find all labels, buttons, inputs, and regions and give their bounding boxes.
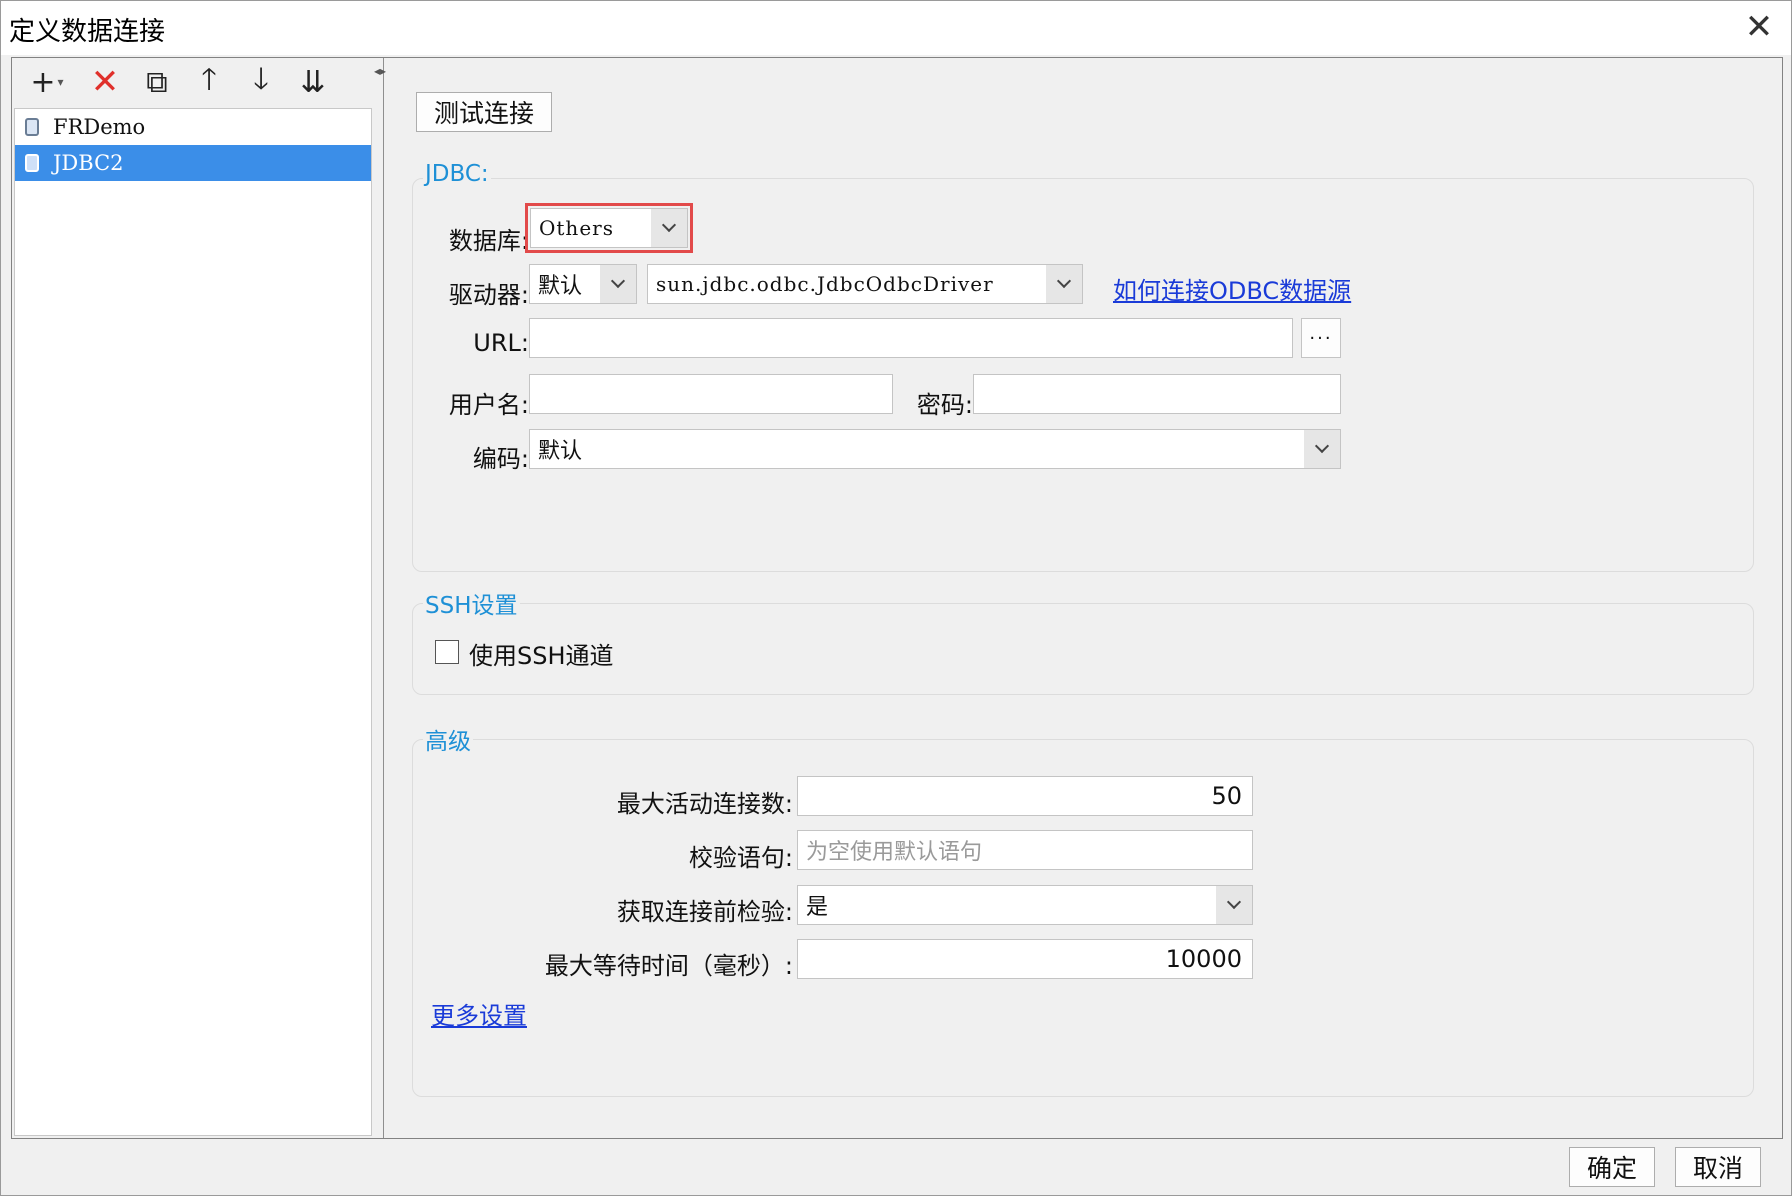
- validation-label: 校验语句:: [688, 844, 793, 872]
- move-down-button[interactable]: 🡓: [240, 62, 282, 102]
- use-ssh-label[interactable]: 使用SSH通道: [469, 636, 614, 671]
- test-before-select[interactable]: 是: [797, 885, 1253, 925]
- delete-icon: ✕: [90, 62, 120, 102]
- ssh-group-title: SSH设置: [423, 586, 520, 620]
- connection-settings-panel: 测试连接 JDBC: 数据库: Others 驱动器: 默认 sun.jdbc.…: [386, 58, 1782, 1138]
- max-active-value: 50: [1211, 782, 1242, 810]
- dialog-title: 定义数据连接: [9, 17, 166, 47]
- add-connection-button[interactable]: + ▾: [20, 62, 74, 102]
- validation-query-input[interactable]: 为空使用默认语句: [797, 830, 1253, 870]
- url-label: URL:: [473, 329, 529, 357]
- connection-item-jdbc2[interactable]: JDBC2: [15, 145, 371, 181]
- database-label: 数据库:: [448, 227, 529, 255]
- driver-label: 驱动器:: [448, 281, 529, 309]
- encoding-value: 默认: [538, 439, 583, 464]
- driver-mode-value: 默认: [538, 274, 583, 299]
- driver-class-value: sun.jdbc.odbc.JdbcOdbcDriver: [656, 272, 994, 296]
- odbc-help-link[interactable]: 如何连接ODBC数据源: [1113, 271, 1351, 306]
- use-ssh-checkbox[interactable]: [435, 640, 459, 664]
- username-label: 用户名:: [448, 391, 529, 419]
- more-settings-link[interactable]: 更多设置: [431, 996, 527, 1031]
- jdbc-group-title: JDBC:: [423, 161, 491, 187]
- username-input[interactable]: [529, 374, 893, 414]
- max-wait-value: 10000: [1165, 945, 1242, 973]
- chevron-down-icon: [1216, 886, 1252, 924]
- advanced-group-title: 高级: [423, 722, 473, 756]
- test-before-value: 是: [806, 895, 829, 920]
- cancel-button[interactable]: 取消: [1675, 1147, 1761, 1187]
- chevron-down-icon: [1046, 265, 1082, 303]
- validation-placeholder: 为空使用默认语句: [806, 840, 983, 865]
- copy-icon: ⧉: [146, 64, 168, 100]
- sort-icon: ⇊: [300, 64, 326, 100]
- chevron-down-icon: [651, 209, 687, 247]
- title-bar: 定义数据连接 ✕: [1, 1, 1791, 55]
- delete-connection-button[interactable]: ✕: [84, 62, 126, 102]
- jdbc-group: JDBC: 数据库: Others 驱动器: 默认 sun.jdbc.odbc.…: [412, 161, 1754, 572]
- connection-list: FRDemo JDBC2: [14, 108, 372, 1136]
- database-value: Others: [539, 216, 614, 240]
- database-icon: [25, 118, 39, 136]
- arrow-up-icon: 🡑: [201, 61, 217, 97]
- url-input[interactable]: [529, 318, 1293, 358]
- test-before-label: 获取连接前检验:: [616, 898, 793, 926]
- encoding-select[interactable]: 默认: [529, 429, 1341, 469]
- max-active-label: 最大活动连接数:: [616, 790, 793, 818]
- max-active-input[interactable]: 50: [797, 776, 1253, 816]
- url-browse-button[interactable]: ···: [1301, 318, 1341, 358]
- plus-icon: +: [30, 64, 56, 100]
- arrow-down-icon: 🡓: [253, 61, 269, 97]
- collapse-panel-icon[interactable]: ◂▸: [374, 62, 386, 102]
- dialog-body: + ▾ ✕ ⧉ 🡑 🡓 ⇊ ◂▸ FRDemo JDBC2 测试连接 JDBC:…: [11, 57, 1783, 1139]
- connection-label: JDBC2: [53, 151, 124, 175]
- sort-button[interactable]: ⇊: [292, 62, 334, 102]
- password-input[interactable]: [973, 374, 1341, 414]
- driver-class-select[interactable]: sun.jdbc.odbc.JdbcOdbcDriver: [647, 264, 1083, 304]
- chevron-down-icon: [600, 265, 636, 303]
- encoding-label: 编码:: [472, 445, 529, 473]
- test-connection-button[interactable]: 测试连接: [416, 92, 552, 132]
- ok-button[interactable]: 确定: [1569, 1147, 1655, 1187]
- driver-mode-select[interactable]: 默认: [529, 264, 637, 304]
- max-wait-input[interactable]: 10000: [797, 939, 1253, 979]
- advanced-group: 高级 最大活动连接数: 50 校验语句: 为空使用默认语句 获取连接前检验: 是…: [412, 722, 1754, 1097]
- move-up-button[interactable]: 🡑: [188, 62, 230, 102]
- max-wait-label: 最大等待时间（毫秒）:: [544, 952, 793, 980]
- database-select[interactable]: Others: [530, 208, 688, 248]
- database-icon: [25, 154, 39, 172]
- connection-toolbar: + ▾ ✕ ⧉ 🡑 🡓 ⇊: [12, 58, 374, 106]
- copy-connection-button[interactable]: ⧉: [136, 62, 178, 102]
- chevron-down-icon: [1304, 430, 1340, 468]
- password-label: 密码:: [916, 391, 973, 419]
- dropdown-caret-icon: ▾: [57, 75, 64, 89]
- close-icon[interactable]: ✕: [1737, 5, 1781, 49]
- connection-item-frdemo[interactable]: FRDemo: [15, 109, 371, 145]
- dialog-window: 定义数据连接 ✕ + ▾ ✕ ⧉ 🡑 🡓 ⇊ ◂▸ FRDemo JDBC2 测…: [0, 0, 1792, 1196]
- ssh-group: SSH设置 使用SSH通道: [412, 586, 1754, 695]
- connection-list-panel: + ▾ ✕ ⧉ 🡑 🡓 ⇊ ◂▸ FRDemo JDBC2: [12, 58, 386, 1138]
- connection-label: FRDemo: [53, 115, 146, 139]
